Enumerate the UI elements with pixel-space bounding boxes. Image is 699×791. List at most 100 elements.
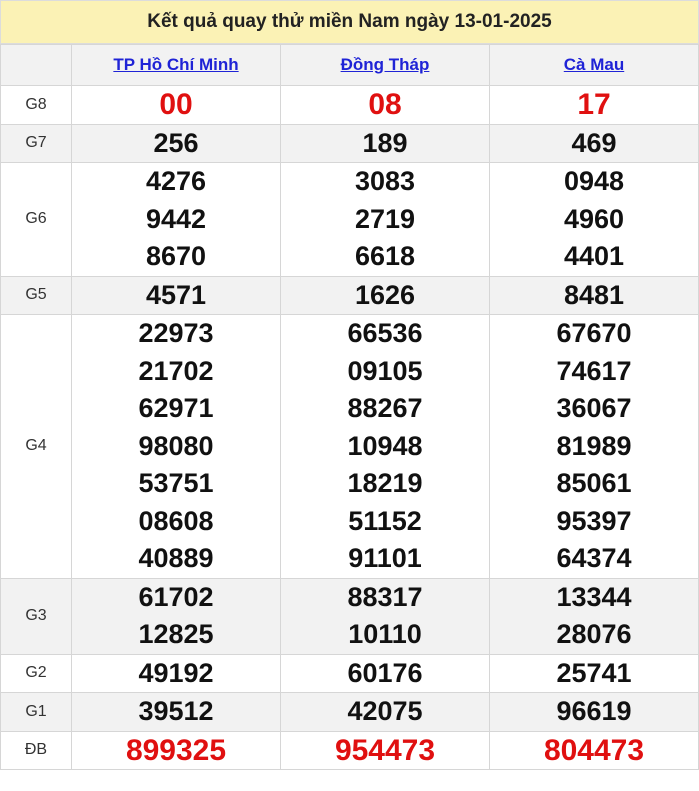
prize-number: 4276	[145, 166, 207, 196]
prize-number: 42075	[347, 696, 423, 726]
prize-cell: 469	[489, 123, 699, 163]
prize-number: 804473	[543, 733, 645, 767]
prize-label: G4	[0, 314, 72, 579]
prize-number: 91101	[348, 543, 422, 573]
prize-cell: 25741	[489, 653, 699, 693]
prize-label: G6	[0, 162, 72, 277]
prize-label: G1	[0, 692, 72, 732]
prize-number: 08608	[138, 505, 214, 536]
prize-cell: 189	[280, 123, 490, 163]
prize-cell: 61702 12825	[71, 577, 281, 655]
prize-number: 66536	[347, 318, 423, 348]
prize-label: G2	[0, 653, 72, 693]
prize-number: 85061	[556, 468, 632, 498]
prize-label: G7	[0, 123, 72, 163]
prize-number: 12825	[138, 619, 214, 649]
prize-number: 10110	[348, 619, 422, 649]
prize-number: 1626	[354, 279, 416, 310]
prize-number: 469	[571, 127, 617, 158]
prize-row-đb: ĐB 899325 954473 804473	[0, 730, 699, 770]
prize-label: G8	[0, 85, 72, 125]
prize-number: 8481	[563, 279, 625, 310]
prize-number: 08	[368, 88, 402, 121]
prize-number: 4571	[145, 279, 207, 310]
prize-number: 88267	[347, 393, 423, 423]
prize-number: 18219	[347, 468, 423, 498]
prize-cell: 67670 74617 36067 81989 85061 95397 64374	[489, 314, 699, 579]
prize-cell: 66536 09105 88267 10948 18219 51152 91101	[280, 314, 490, 579]
prize-number: 49192	[138, 657, 214, 688]
prize-number: 96619	[556, 696, 632, 726]
province-link-2[interactable]: Cà Mau	[564, 55, 624, 74]
prize-cell: 13344 28076	[489, 577, 699, 655]
prize-number: 189	[362, 127, 408, 158]
province-link-1[interactable]: Đồng Tháp	[341, 55, 430, 74]
prize-number: 09105	[347, 355, 423, 386]
prize-number: 4960	[563, 203, 625, 234]
prize-number: 4401	[563, 241, 625, 271]
results-table: TP Hồ Chí Minh Đồng Tháp Cà Mau G8 00 08 17…	[0, 44, 699, 770]
prize-cell: 39512	[71, 692, 281, 732]
prize-number: 00	[159, 88, 193, 121]
prize-number: 13344	[556, 581, 632, 612]
prize-number: 28076	[556, 619, 632, 649]
prize-number: 81989	[556, 430, 632, 461]
prize-cell: 00	[71, 85, 281, 125]
prize-number: 64374	[556, 543, 632, 573]
prize-number: 22973	[138, 318, 214, 348]
prize-cell: 1626	[280, 275, 490, 315]
prize-number: 25741	[556, 657, 632, 688]
prize-number: 67670	[556, 318, 632, 348]
prize-row-g7: G7 256 189 469	[0, 123, 699, 163]
prize-cell: 60176	[280, 653, 490, 693]
prize-number: 21702	[138, 355, 214, 386]
prize-number: 2719	[354, 203, 416, 234]
prize-number: 6618	[354, 241, 416, 271]
prize-cell: 96619	[489, 692, 699, 732]
prize-number: 954473	[334, 733, 436, 767]
prize-number: 88317	[347, 581, 423, 612]
prize-cell: 42075	[280, 692, 490, 732]
prize-row-g4: G4 22973 21702 62971 98080 53751 08608 40889 665…	[0, 314, 699, 579]
prize-row-g8: G8 00 08 17	[0, 85, 699, 125]
prize-label: ĐB	[0, 730, 72, 770]
prize-cell: 8481	[489, 275, 699, 315]
prize-cell: 4571	[71, 275, 281, 315]
prize-number: 8670	[145, 241, 207, 271]
prize-label: G3	[0, 577, 72, 655]
prize-number: 10948	[347, 430, 423, 461]
prize-cell: 08	[280, 85, 490, 125]
page-title: Kết quả quay thử miền Nam ngày 13-01-202…	[0, 0, 699, 44]
prize-number: 39512	[138, 696, 214, 726]
province-header-row: TP Hồ Chí Minh Đồng Tháp Cà Mau	[0, 44, 699, 86]
prize-row-g5: G5 4571 1626 8481	[0, 275, 699, 315]
prize-number: 9442	[145, 203, 207, 234]
prize-row-g2: G2 49192 60176 25741	[0, 653, 699, 693]
prize-number: 40889	[138, 543, 214, 573]
prize-cell: 3083 2719 6618	[280, 162, 490, 277]
prize-cell: 899325	[71, 730, 281, 770]
prize-row-g3: G3 61702 12825 88317 10110 13344 28076	[0, 577, 699, 655]
prize-cell: 4276 9442 8670	[71, 162, 281, 277]
prize-number: 60176	[347, 657, 423, 688]
prize-cell: 954473	[280, 730, 490, 770]
prize-row-g6: G6 4276 9442 8670 3083 2719 6618 0948 4960 4401	[0, 162, 699, 277]
header-corner	[0, 44, 72, 86]
prize-number: 74617	[556, 355, 632, 386]
prize-number: 98080	[138, 430, 214, 461]
prize-number: 3083	[354, 166, 416, 196]
province-link-0[interactable]: TP Hồ Chí Minh	[113, 55, 238, 74]
prize-number: 256	[153, 127, 199, 158]
results-container: Kết quả quay thử miền Nam ngày 13-01-202…	[0, 0, 699, 770]
prize-cell: 22973 21702 62971 98080 53751 08608 40889	[71, 314, 281, 579]
prize-cell: 88317 10110	[280, 577, 490, 655]
prize-number: 62971	[138, 393, 214, 423]
prize-number: 61702	[138, 581, 214, 612]
prize-number: 0948	[563, 166, 625, 196]
prize-number: 51152	[348, 505, 422, 536]
prize-label: G5	[0, 275, 72, 315]
prize-number: 36067	[556, 393, 632, 423]
prize-number: 95397	[556, 505, 632, 536]
prize-cell: 804473	[489, 730, 699, 770]
prize-cell: 49192	[71, 653, 281, 693]
